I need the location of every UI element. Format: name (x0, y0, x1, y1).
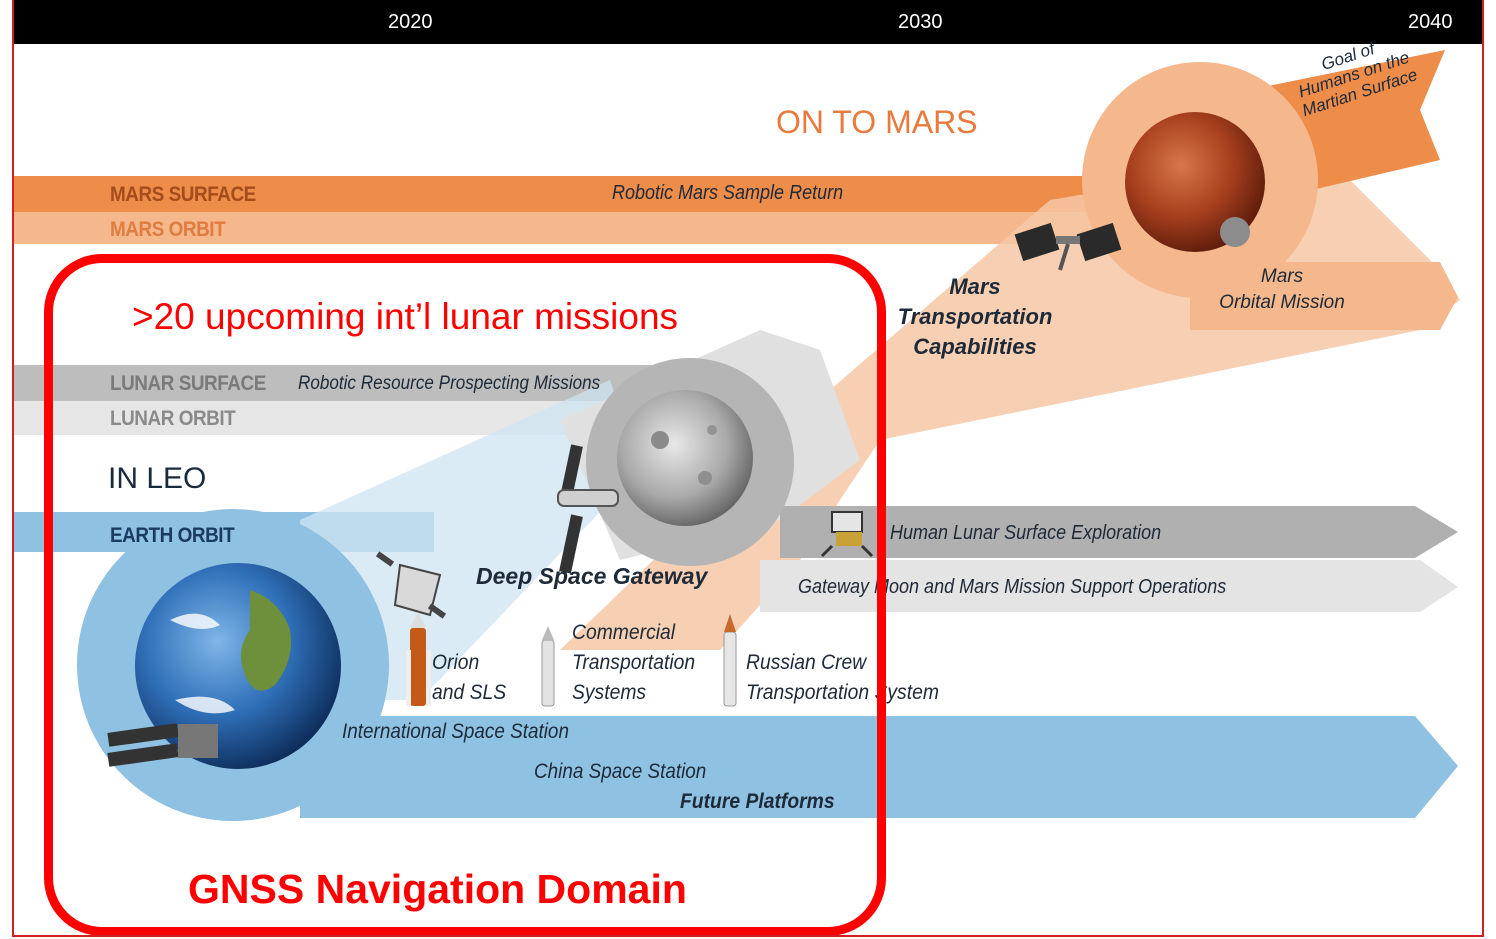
mars-orbital-line: Mars (1260, 266, 1304, 287)
mars-transport-line: Transportation (897, 304, 1053, 329)
mars-surface-label: MARS SURFACE (110, 183, 256, 206)
gnss-domain-outline (44, 254, 886, 936)
lunar-missions-callout: >20 upcoming int’l lunar missions (132, 296, 679, 337)
mars-transport-label: Mars Transportation Capabilities (880, 272, 1070, 362)
gnss-domain-title: GNSS Navigation Domain (188, 866, 687, 912)
roadmap-diagram: 2020 2030 2040 ON TO MARS MARS SURFACE M… (0, 0, 1496, 939)
mars-sample-return-label: Robotic Mars Sample Return (612, 182, 844, 204)
mars-title: ON TO MARS (776, 104, 978, 140)
human-lunar-exploration-label: Human Lunar Surface Exploration (890, 522, 1162, 544)
mars-orbital-mission-label: Mars Orbital Mission (1212, 264, 1352, 316)
mars-transport-line: Mars (949, 274, 1001, 299)
phobos (1220, 217, 1250, 247)
mars-orbital-line: Orbital Mission (1219, 292, 1345, 313)
timeline-bar (14, 0, 1482, 44)
year-2040: 2040 (1408, 11, 1453, 33)
year-2030: 2030 (898, 11, 943, 33)
year-2020: 2020 (388, 11, 433, 33)
mars-transport-line: Capabilities (913, 334, 1037, 359)
mars-orbit-label: MARS ORBIT (110, 218, 226, 241)
